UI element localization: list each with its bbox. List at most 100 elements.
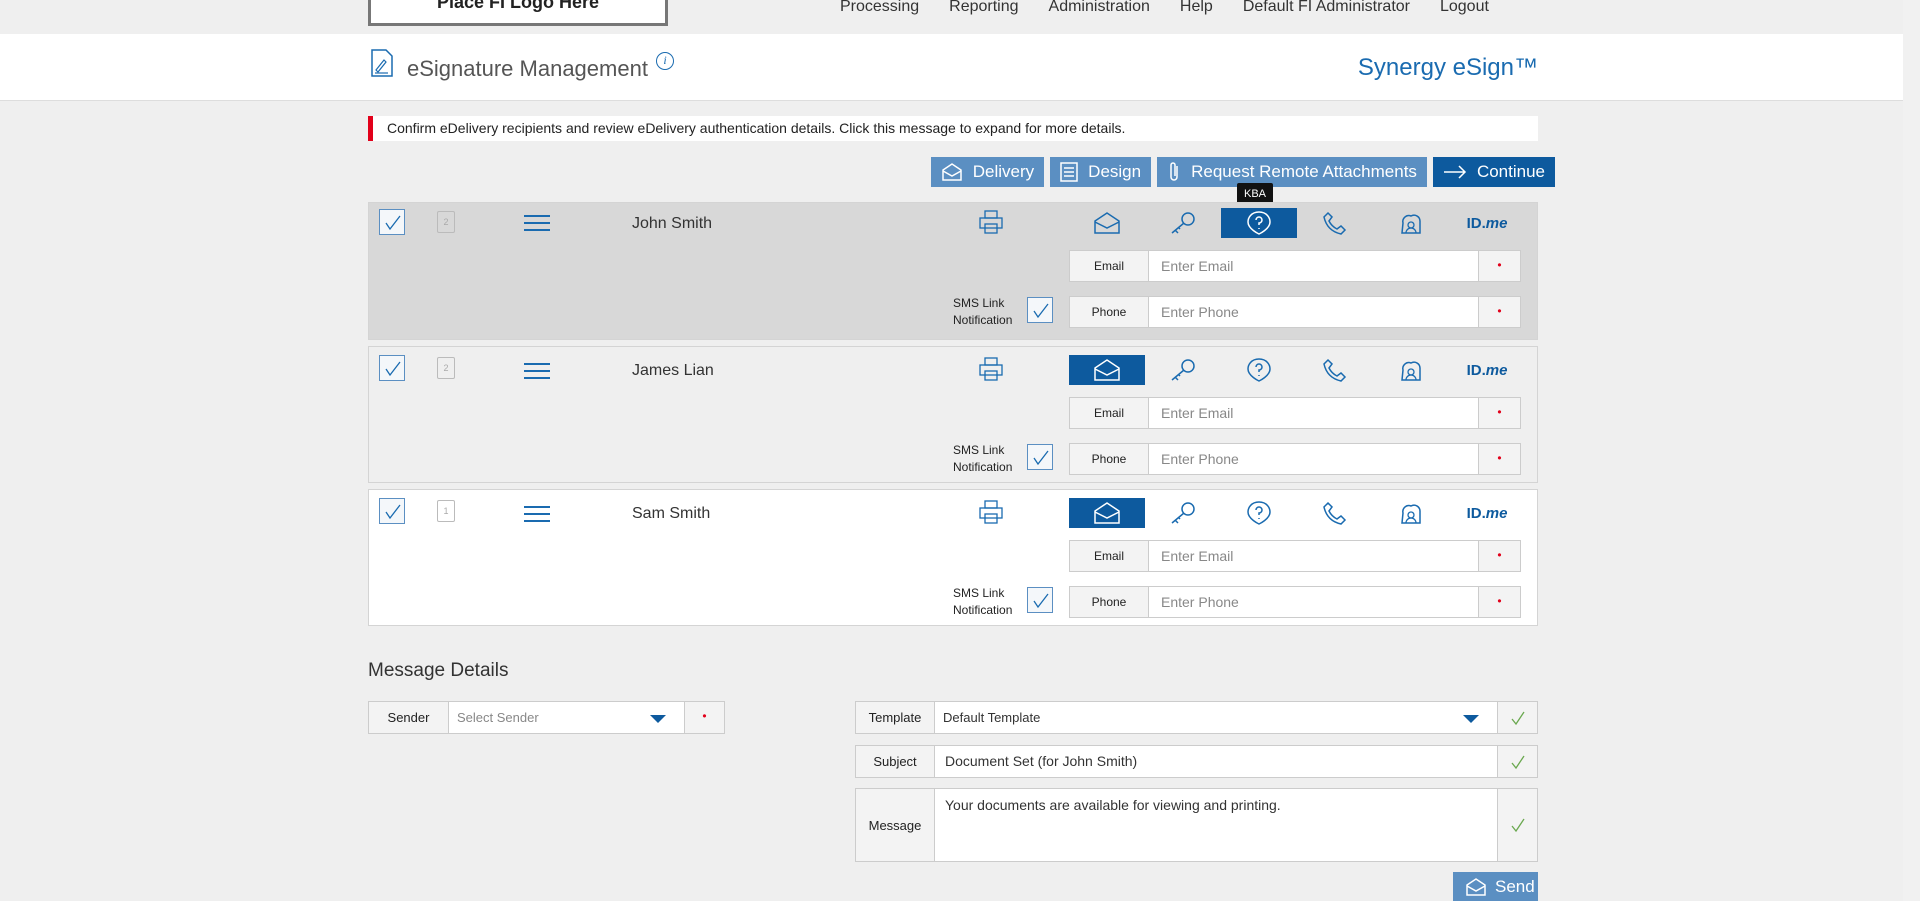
message-textarea[interactable]: Your documents are available for viewing… [935, 788, 1498, 862]
nav-logout[interactable]: Logout [1440, 0, 1489, 15]
printer-icon[interactable] [978, 356, 1004, 382]
checkmark-icon [385, 504, 401, 520]
nav-processing[interactable]: Processing [840, 0, 919, 15]
method-email-button[interactable] [1069, 498, 1145, 528]
nav-user[interactable]: Default FI Administrator [1243, 0, 1410, 15]
required-indicator: • [685, 701, 725, 734]
method-phone-button[interactable] [1297, 208, 1373, 238]
subject-input[interactable]: Document Set (for John Smith) [935, 745, 1498, 778]
method-cloud-id-button[interactable] [1373, 208, 1449, 238]
info-icon[interactable]: i [656, 52, 674, 70]
required-indicator: • [1479, 397, 1521, 429]
method-email-button[interactable] [1069, 208, 1145, 238]
request-remote-attachments-label: Request Remote Attachments [1191, 162, 1417, 181]
template-select[interactable]: Default Template [935, 701, 1498, 734]
checkmark-icon [1510, 711, 1525, 725]
key-icon [1171, 502, 1195, 524]
printer-icon[interactable] [978, 209, 1004, 235]
method-cloud-id-button[interactable] [1373, 355, 1449, 385]
cloud-user-icon [1401, 214, 1421, 234]
key-icon [1171, 359, 1195, 381]
subject-label: Subject [855, 745, 935, 778]
edelivery-alert-message[interactable]: Confirm eDelivery recipients and review … [368, 116, 1538, 141]
email-field-row: Email Enter Email • [1069, 397, 1521, 429]
required-indicator: • [1479, 540, 1521, 572]
email-field-row: Email Enter Email • [1069, 250, 1521, 282]
recipient-select-checkbox[interactable] [379, 355, 405, 381]
method-password-button[interactable] [1145, 355, 1221, 385]
method-password-button[interactable] [1145, 208, 1221, 238]
send-button[interactable]: Send [1453, 872, 1538, 901]
send-label: Send [1495, 876, 1535, 896]
method-email-button[interactable] [1069, 355, 1145, 385]
nav-reporting[interactable]: Reporting [949, 0, 1018, 15]
nav-help[interactable]: Help [1180, 0, 1213, 15]
cloud-user-icon [1401, 504, 1421, 524]
template-label: Template [855, 701, 935, 734]
recipient-name: James Lian [632, 362, 714, 379]
phone-label: Phone [1069, 443, 1149, 475]
key-icon [1171, 212, 1195, 234]
method-kba-button[interactable] [1221, 498, 1297, 528]
method-idme-button[interactable]: ID.me [1449, 498, 1525, 528]
delivery-button[interactable]: Delivery [930, 157, 1045, 187]
email-input[interactable]: Enter Email [1149, 540, 1479, 572]
phone-input[interactable]: Enter Phone [1149, 443, 1479, 475]
idme-logo: ID.me [1466, 214, 1508, 232]
recipient-select-checkbox[interactable] [379, 498, 405, 524]
valid-check [1498, 701, 1538, 734]
valid-check [1498, 788, 1538, 862]
sms-notification-checkbox[interactable] [1027, 444, 1053, 470]
method-phone-button[interactable] [1297, 355, 1373, 385]
request-remote-attachments-button[interactable]: Request Remote Attachments [1157, 157, 1427, 187]
page-scrollbar[interactable] [1903, 0, 1920, 901]
method-idme-button[interactable]: ID.me [1449, 208, 1525, 238]
shield-question-icon [1247, 501, 1271, 525]
phone-field-row: Phone Enter Phone • [1069, 296, 1521, 328]
shield-question-icon [1247, 211, 1271, 235]
authentication-methods: ID.me [1069, 208, 1525, 238]
design-list-icon [1060, 162, 1078, 182]
method-password-button[interactable] [1145, 498, 1221, 528]
email-field-row: Email Enter Email • [1069, 540, 1521, 572]
page-header: eSignature Management i Synergy eSign™ [0, 34, 1903, 101]
cloud-user-icon [1401, 361, 1421, 381]
idme-logo: ID.me [1466, 504, 1508, 522]
phone-input[interactable]: Enter Phone [1149, 296, 1479, 328]
continue-button[interactable]: Continue [1432, 157, 1555, 187]
main-menu: Processing Reporting Administration Help… [840, 0, 1519, 15]
method-kba-button[interactable] [1221, 355, 1297, 385]
authentication-methods: ID.me [1069, 498, 1525, 528]
document-count-icon: 2 [437, 357, 455, 379]
method-cloud-id-button[interactable] [1373, 498, 1449, 528]
sms-notification-checkbox[interactable] [1027, 587, 1053, 613]
drag-handle-icon[interactable] [524, 506, 550, 524]
sms-notification-checkbox[interactable] [1027, 297, 1053, 323]
phone-field-row: Phone Enter Phone • [1069, 586, 1521, 618]
sender-select[interactable]: Select Sender [449, 701, 685, 734]
design-button[interactable]: Design [1050, 157, 1152, 187]
nav-administration[interactable]: Administration [1049, 0, 1150, 15]
email-input[interactable]: Enter Email [1149, 250, 1479, 282]
printer-icon[interactable] [978, 499, 1004, 525]
recipient-name: Sam Smith [632, 505, 711, 522]
authentication-methods: ID.me [1069, 355, 1525, 385]
method-kba-button[interactable] [1221, 208, 1297, 238]
checkmark-icon [1033, 303, 1049, 319]
method-phone-button[interactable] [1297, 498, 1373, 528]
phone-input[interactable]: Enter Phone [1149, 586, 1479, 618]
required-indicator: • [1479, 443, 1521, 475]
recipient-row: 2 John Smith ID.me Email Enter Email • S… [368, 202, 1538, 340]
chevron-down-icon [650, 715, 666, 723]
email-label: Email [1069, 397, 1149, 429]
method-idme-button[interactable]: ID.me [1449, 355, 1525, 385]
arrow-right-icon [1443, 165, 1466, 179]
fi-logo-placeholder: Place FI Logo Here [368, 0, 668, 26]
recipient-select-checkbox[interactable] [379, 209, 405, 235]
envelope-icon [942, 163, 962, 181]
email-input[interactable]: Enter Email [1149, 397, 1479, 429]
drag-handle-icon[interactable] [524, 363, 550, 381]
email-label: Email [1069, 540, 1149, 572]
message-label: Message [855, 788, 935, 862]
drag-handle-icon[interactable] [524, 215, 550, 233]
